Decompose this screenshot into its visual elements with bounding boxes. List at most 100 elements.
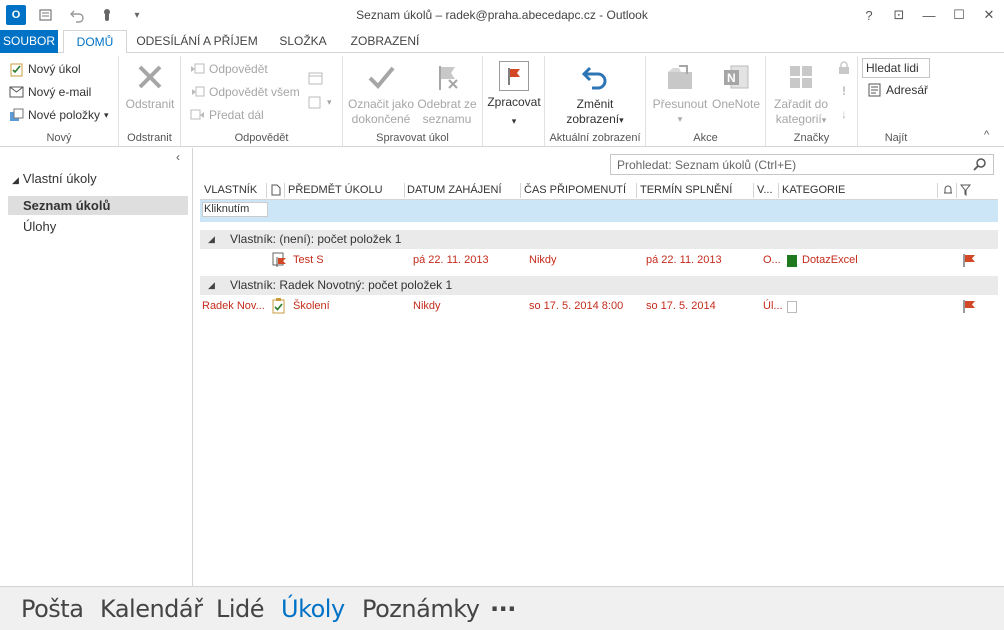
column-due-date[interactable]: TERMÍN SPLNĚNÍ <box>640 184 732 196</box>
group-header[interactable]: ◢ Vlastník: (není): počet položek 1 <box>200 230 998 249</box>
reply-all-icon <box>189 84 205 100</box>
cell-subject: Školení <box>293 300 330 312</box>
mark-complete-button[interactable]: Označit jako dokončené <box>347 61 415 127</box>
column-icon[interactable] <box>271 184 281 199</box>
group-label-new: Nový <box>46 132 72 144</box>
delete-button[interactable]: Odstranit <box>122 61 178 112</box>
low-importance-button[interactable]: ↓ <box>836 106 852 122</box>
column-separator[interactable] <box>753 183 754 198</box>
nav-item-tasks[interactable]: Úlohy <box>8 217 188 236</box>
nav-tasks[interactable]: Úkoly <box>281 595 345 623</box>
table-row[interactable]: Test S pá 22. 11. 2013 Nikdy pá 22. 11. … <box>200 251 998 270</box>
column-separator[interactable] <box>404 183 405 198</box>
group-respond: Odpovědět Odpovědět všem Předat dál ▾ Od… <box>181 56 343 146</box>
dropdown-arrow-icon: ▾ <box>104 109 109 120</box>
new-task-input[interactable]: Kliknutím p... <box>202 202 268 217</box>
tab-send-receive[interactable]: ODESÍLÁNÍ A PŘÍJEM <box>131 30 263 53</box>
search-input[interactable]: Prohledat: Seznam úkolů (Ctrl+E) <box>610 154 994 175</box>
table-row[interactable]: Radek Nov... Školení Nikdy so 17. 5. 201… <box>200 297 998 316</box>
ribbon-display-options-icon[interactable]: ⊡ <box>884 0 914 30</box>
column-separator[interactable] <box>520 183 521 198</box>
new-task-button[interactable]: Nový úkol <box>8 61 81 77</box>
tab-file[interactable]: SOUBOR <box>0 30 58 53</box>
nav-notes[interactable]: Poznámky <box>362 595 480 623</box>
group-header[interactable]: ◢ Vlastník: Radek Novotný: počet položek… <box>200 276 998 295</box>
private-button[interactable] <box>836 60 852 76</box>
column-separator[interactable] <box>937 183 938 198</box>
column-subject[interactable]: PŘEDMĚT ÚKOLU <box>288 184 383 196</box>
filter-flag-icon[interactable] <box>959 184 972 199</box>
collapse-group-icon[interactable]: ◢ <box>208 230 215 249</box>
follow-up-flag-icon[interactable] <box>962 253 976 270</box>
collapse-group-icon[interactable]: ◢ <box>208 276 215 295</box>
mark-complete-label-2: dokončené <box>351 112 411 126</box>
tab-folder[interactable]: SLOŽKA <box>266 30 340 53</box>
folder-group-my-tasks[interactable]: ◢ Vlastní úkoly <box>12 171 97 186</box>
column-separator[interactable] <box>956 183 957 198</box>
address-book-label: Adresář <box>886 83 929 97</box>
nav-calendar[interactable]: Kalendář <box>100 595 203 623</box>
nav-more-icon[interactable]: ··· <box>490 595 516 623</box>
more-respond-button[interactable]: ▾ <box>307 94 332 110</box>
column-start-date[interactable]: DATUM ZAHÁJENÍ <box>407 184 502 196</box>
group-label-respond: Odpovědět <box>234 132 289 144</box>
cell-in-folder: O... <box>763 254 781 266</box>
reminder-bell-icon[interactable] <box>942 184 954 199</box>
group-label-manage-task: Spravovat úkol <box>376 132 449 144</box>
new-items-button[interactable]: Nové položky ▾ <box>8 107 109 123</box>
reply-all-button[interactable]: Odpovědět všem <box>189 84 300 100</box>
column-headers: VLASTNÍK PŘEDMĚT ÚKOLU DATUM ZAHÁJENÍ ČA… <box>200 181 998 200</box>
category-color-square <box>787 255 797 267</box>
forward-button[interactable]: Předat dál <box>189 107 264 123</box>
group-label-tags: Značky <box>793 132 830 144</box>
onenote-button[interactable]: N OneNote <box>710 61 762 112</box>
nav-mail[interactable]: Pošta <box>21 595 84 623</box>
column-separator[interactable] <box>636 183 637 198</box>
group-header-label: Vlastník: Radek Novotný: počet položek 1 <box>230 278 453 292</box>
maximize-icon[interactable]: ☐ <box>944 0 974 30</box>
tab-view[interactable]: ZOBRAZENÍ <box>340 30 430 53</box>
column-in-folder[interactable]: V... <box>757 184 773 196</box>
column-owner[interactable]: VLASTNÍK <box>204 184 257 196</box>
collapse-ribbon-icon[interactable]: ^ <box>984 129 989 141</box>
column-reminder[interactable]: ČAS PŘIPOMENUTÍ <box>524 184 626 196</box>
bottom-navigation-bar: Pošta Kalendář Lidé Úkoly Poznámky ··· <box>0 586 1004 630</box>
cell-owner: Radek Nov... <box>202 300 265 312</box>
collapse-folder-pane-icon[interactable]: ‹ <box>176 150 180 164</box>
delete-label: Odstranit <box>125 97 175 111</box>
search-icon[interactable] <box>973 157 987 174</box>
move-folder-icon <box>664 61 696 93</box>
high-importance-button[interactable]: ! <box>836 83 852 99</box>
mark-complete-label-1: Označit jako <box>347 97 415 111</box>
column-separator[interactable] <box>284 183 285 198</box>
change-view-label-1: Změnit <box>576 97 614 111</box>
expand-triangle-icon[interactable]: ◢ <box>12 175 19 185</box>
dropdown-arrow-icon: ▾ <box>821 115 827 125</box>
minimize-icon[interactable]: — <box>914 0 944 30</box>
search-people-input[interactable]: Hledat lidi <box>862 58 930 78</box>
tab-home[interactable]: DOMŮ <box>63 30 127 54</box>
close-icon[interactable]: ✕ <box>974 0 1004 30</box>
help-icon[interactable]: ? <box>854 0 884 30</box>
cell-start-date: Nikdy <box>413 300 441 312</box>
meeting-reply-button[interactable] <box>307 70 323 86</box>
flag-icon <box>499 61 529 91</box>
remove-from-list-button[interactable]: Odebrat ze seznamu <box>415 61 479 127</box>
move-button[interactable]: Přesunout ▾ <box>650 61 710 127</box>
column-category[interactable]: KATEGORIE <box>782 184 845 196</box>
folder-group-label: Vlastní úkoly <box>22 171 97 186</box>
reply-button[interactable]: Odpovědět <box>189 61 268 77</box>
follow-up-button[interactable]: Zpracovat ▾ <box>485 61 543 129</box>
change-view-button[interactable]: Změnit zobrazení▾ <box>555 61 635 128</box>
categorize-button[interactable]: Zařadit do kategorií▾ <box>768 61 834 128</box>
address-book-button[interactable]: Adresář <box>866 82 928 98</box>
nav-people[interactable]: Lidé <box>216 595 265 623</box>
column-separator[interactable] <box>266 183 267 198</box>
follow-up-flag-icon[interactable] <box>962 299 976 316</box>
svg-text:N: N <box>727 71 736 85</box>
group-follow-up: Zpracovat ▾ <box>483 56 545 146</box>
nav-item-task-list[interactable]: Seznam úkolů <box>8 196 188 215</box>
group-delete: Odstranit Odstranit <box>119 56 181 146</box>
column-separator[interactable] <box>778 183 779 198</box>
new-email-button[interactable]: Nový e-mail <box>8 84 91 100</box>
